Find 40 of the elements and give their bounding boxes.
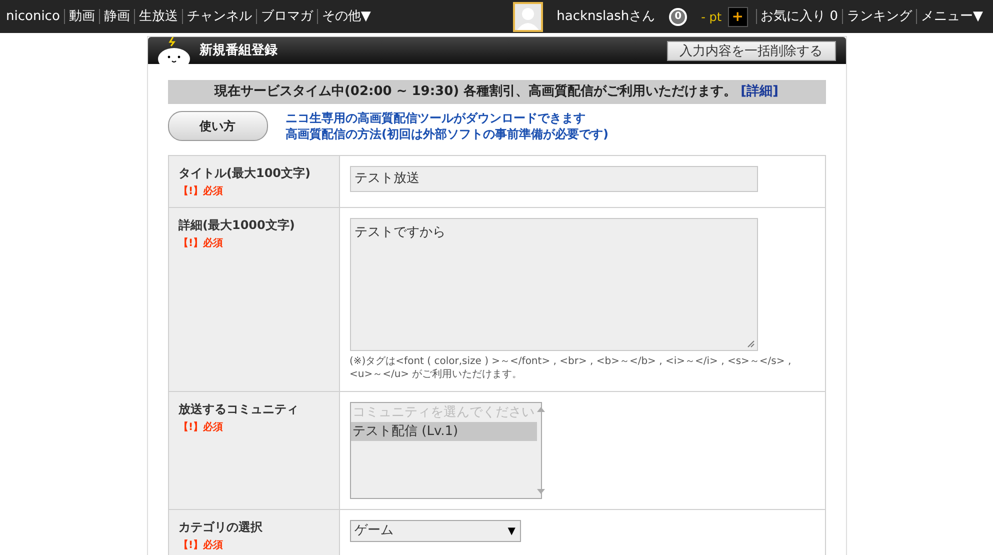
field-label: カテゴリの選択 (178, 519, 264, 536)
nav-link[interactable]: niconico (6, 6, 64, 26)
field-label: タイトル(最大100文字) (178, 165, 312, 182)
required-mark: 【!】必須 (178, 236, 224, 251)
notification-count[interactable]: 0 (669, 8, 688, 26)
resize-handle-icon[interactable] (746, 340, 754, 348)
mascot-icon (156, 37, 192, 64)
category-select[interactable]: ゲーム ▼ (350, 520, 520, 542)
person-icon (516, 6, 539, 30)
scroll-down-icon[interactable] (536, 489, 544, 494)
how-to-button[interactable]: 使い方 (168, 111, 268, 141)
points-label: - pt (701, 8, 722, 26)
field-label: 放送するコミュニティ (178, 401, 300, 418)
scroll-up-icon[interactable] (536, 407, 544, 412)
nav-link[interactable]: 静画 (98, 9, 134, 24)
nav-link[interactable]: お気に入り 0 (756, 9, 842, 24)
add-points-button[interactable]: + (728, 6, 748, 26)
help-link[interactable]: 高画質配信の方法(初回は外部ソフトの事前準備が必要です) (286, 126, 608, 142)
required-mark: 【!】必須 (178, 538, 224, 553)
nav-link[interactable]: ブロマガ (256, 9, 317, 24)
panel-title: 新規番組登録 (200, 42, 278, 60)
nav-link[interactable]: 動画 (64, 9, 99, 24)
title-field[interactable]: テスト放送 (350, 166, 758, 192)
required-mark: 【!】必須 (178, 420, 224, 435)
listbox-option[interactable]: テスト配信 (Lv.1) (350, 422, 536, 441)
help-link[interactable]: ニコ生専用の高画質配信ツールがダウンロードできます (286, 110, 608, 126)
nav-link[interactable]: 生放送 (134, 9, 182, 24)
avatar[interactable] (512, 2, 543, 32)
nav-link[interactable]: ランキング (842, 9, 916, 24)
description-field[interactable]: テストですから (350, 218, 758, 351)
clear-all-button[interactable]: 入力内容を一括削除する (666, 40, 836, 60)
nav-link[interactable]: その他▼ (316, 9, 375, 24)
tag-note: (※)タグは<font ( color,size ) >～</font> , <br> , <b>～</b> , <i>～</i> , <s>～</s> , <u>～</u> がご利用いただけます。 (350, 355, 792, 381)
field-label: 詳細(最大1000文字) (178, 217, 296, 234)
required-mark: 【!】必須 (178, 184, 224, 199)
notice-text: 現在サービスタイム中(02:00 ~ 19:30) 各種割引、高画質配信がご利用いただけます。 (214, 82, 737, 102)
details-link[interactable]: [詳細] (740, 82, 778, 102)
nav-link[interactable]: メニュー▼ (916, 9, 987, 24)
nav-link[interactable]: チャンネル (182, 9, 256, 24)
user-name[interactable]: hacknslashさん (556, 6, 656, 26)
